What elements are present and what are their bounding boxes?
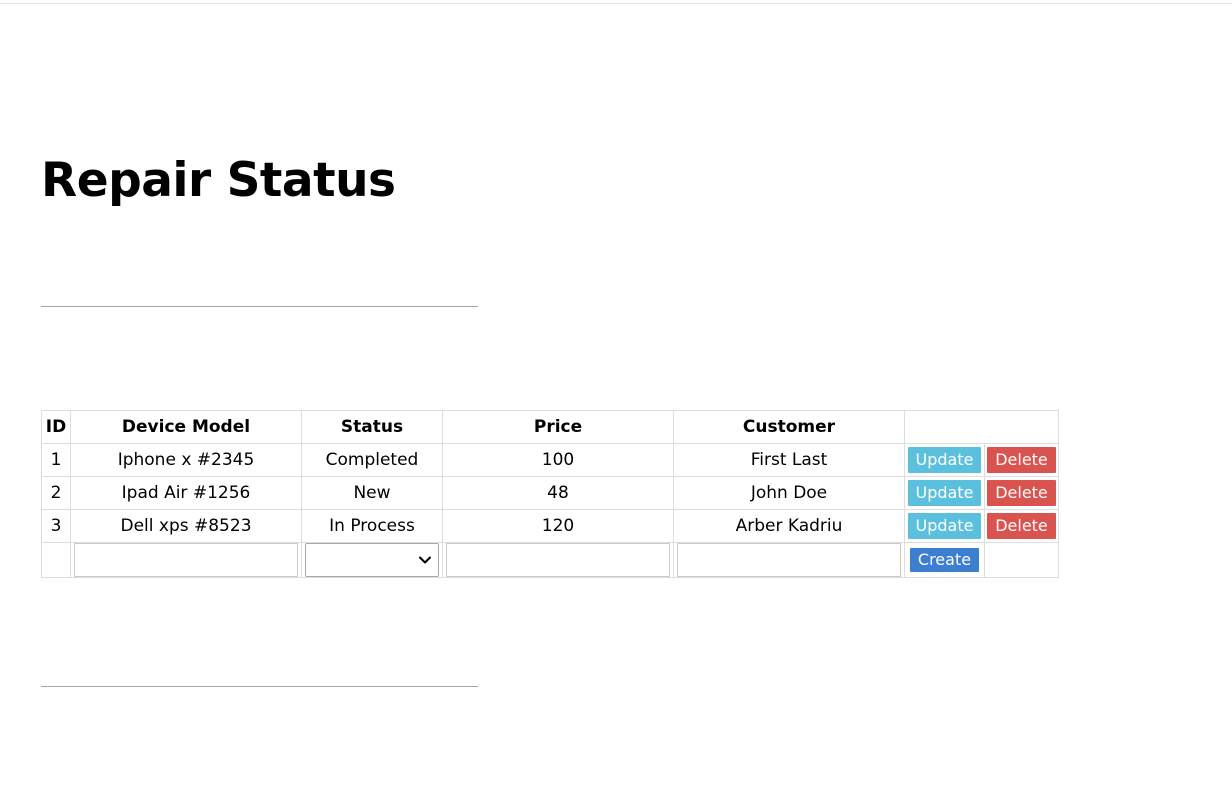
create-row: Create	[41, 542, 1059, 578]
cell-delete: Delete	[984, 509, 1059, 543]
cell-device-model: Ipad Air #1256	[70, 476, 302, 510]
cell-customer: John Doe	[673, 476, 905, 510]
cell-device-model: Dell xps #8523	[70, 509, 302, 543]
create-button-cell: Create	[904, 542, 985, 578]
cell-customer: First Last	[673, 443, 905, 477]
cell-delete: Delete	[984, 443, 1059, 477]
delete-button[interactable]: Delete	[987, 480, 1056, 506]
create-device-model-cell	[70, 542, 302, 578]
create-empty-cell	[984, 542, 1059, 578]
repairs-table: ID Device Model Status Price Customer 1 …	[41, 410, 1059, 578]
divider-top	[41, 306, 478, 307]
cell-id: 3	[41, 509, 71, 543]
update-button[interactable]: Update	[907, 447, 982, 473]
cell-id: 2	[41, 476, 71, 510]
table-header-row: ID Device Model Status Price Customer	[41, 410, 1059, 444]
create-status-cell	[301, 542, 443, 578]
header-actions	[904, 410, 1059, 444]
table-row: 3 Dell xps #8523 In Process 120 Arber Ka…	[41, 509, 1059, 543]
cell-price: 100	[442, 443, 674, 477]
cell-update: Update	[904, 443, 985, 477]
cell-status: In Process	[301, 509, 443, 543]
cell-id: 1	[41, 443, 71, 477]
create-customer-cell	[673, 542, 905, 578]
customer-input[interactable]	[677, 543, 901, 577]
page-title: Repair Status	[41, 153, 396, 208]
delete-button[interactable]: Delete	[987, 513, 1056, 539]
update-button[interactable]: Update	[907, 513, 982, 539]
device-model-input[interactable]	[74, 543, 298, 577]
divider-bottom	[41, 686, 478, 687]
cell-price: 48	[442, 476, 674, 510]
cell-device-model: Iphone x #2345	[70, 443, 302, 477]
price-input[interactable]	[446, 543, 670, 577]
chevron-down-icon	[419, 556, 431, 564]
create-button[interactable]: Create	[909, 548, 980, 572]
top-border	[0, 3, 1232, 4]
header-status: Status	[301, 410, 443, 444]
cell-customer: Arber Kadriu	[673, 509, 905, 543]
cell-update: Update	[904, 476, 985, 510]
cell-price: 120	[442, 509, 674, 543]
header-customer: Customer	[673, 410, 905, 444]
table-row: 1 Iphone x #2345 Completed 100 First Las…	[41, 443, 1059, 477]
cell-delete: Delete	[984, 476, 1059, 510]
cell-status: New	[301, 476, 443, 510]
cell-update: Update	[904, 509, 985, 543]
status-select[interactable]	[305, 543, 439, 577]
header-device-model: Device Model	[70, 410, 302, 444]
cell-status: Completed	[301, 443, 443, 477]
delete-button[interactable]: Delete	[987, 447, 1056, 473]
update-button[interactable]: Update	[907, 480, 982, 506]
table-row: 2 Ipad Air #1256 New 48 John Doe Update …	[41, 476, 1059, 510]
header-id: ID	[41, 410, 71, 444]
header-price: Price	[442, 410, 674, 444]
create-id-cell	[41, 542, 71, 578]
create-price-cell	[442, 542, 674, 578]
